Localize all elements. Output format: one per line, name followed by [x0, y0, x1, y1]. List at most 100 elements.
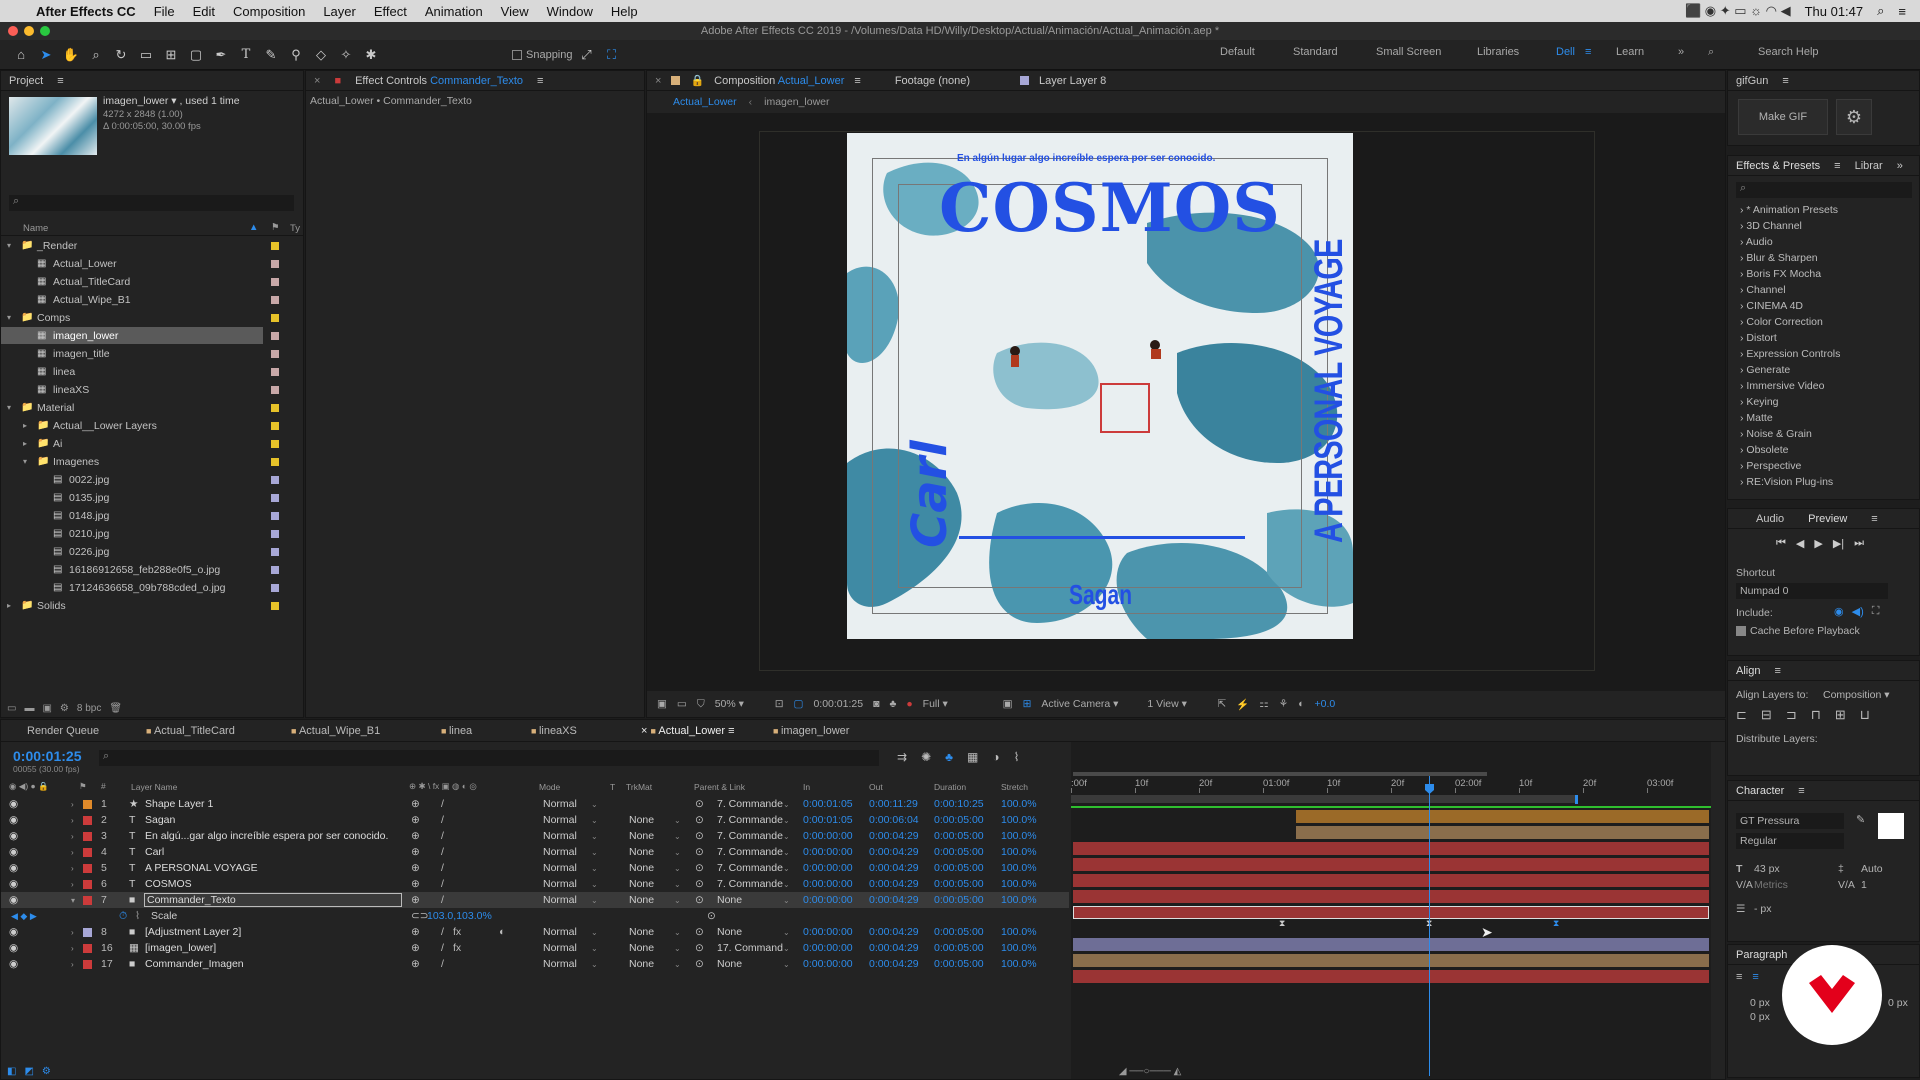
work-area-end[interactable] [1575, 795, 1578, 804]
layer-name[interactable]: [Adjustment Layer 2] [145, 926, 241, 938]
show-snapshot-icon[interactable]: ♣ [889, 698, 896, 710]
eyedropper-icon[interactable]: ✎ [1856, 813, 1865, 826]
panel-menu-icon[interactable]: ≡ [1798, 785, 1804, 797]
project-tab[interactable]: Project [9, 75, 43, 87]
in-time[interactable]: 0:00:00:00 [803, 878, 853, 890]
duration-time[interactable]: 0:00:05:00 [934, 846, 984, 858]
timeline-search-input[interactable]: ⌕ [99, 750, 879, 766]
next-frame-icon[interactable]: ▶| [1833, 537, 1844, 550]
flowchart-icon[interactable]: ⚘ [1279, 698, 1288, 710]
project-item[interactable]: ▾ 📁 Imagenes [1, 453, 301, 470]
project-item[interactable]: ▾ 📁 _Render [1, 237, 301, 254]
comp-nav-actual-lower[interactable]: Actual_Lower [673, 96, 737, 108]
eraser-tool-icon[interactable]: ◇ [310, 44, 332, 66]
fill-color-swatch[interactable] [1878, 813, 1904, 839]
roi-icon[interactable]: ▣ [1003, 698, 1013, 710]
label-color-swatch[interactable] [271, 584, 279, 592]
trkmat-dropdown[interactable]: None [629, 894, 654, 906]
effect-controls-tab[interactable]: Effect Controls Commander_Texto [355, 75, 523, 87]
label-color-swatch[interactable] [271, 278, 279, 286]
in-time[interactable]: 0:00:00:00 [803, 958, 853, 970]
layer-name[interactable]: Commander_Texto [144, 893, 402, 907]
pan-behind-tool-icon[interactable]: ⊞ [160, 44, 182, 66]
clock[interactable]: Thu 01:47 [1805, 4, 1864, 19]
chevron-down-icon[interactable]: ▾ [7, 313, 11, 322]
parent-dropdown[interactable]: 7. Commande [717, 846, 783, 858]
parent-dropdown[interactable]: None [717, 958, 742, 970]
first-frame-icon[interactable]: ⏮ [1776, 537, 1786, 550]
label-color-swatch[interactable] [271, 368, 279, 376]
label-color-swatch[interactable] [83, 896, 92, 905]
composition-flowchart-icon[interactable]: ⇉ [897, 750, 907, 764]
effect-category[interactable]: › Immersive Video [1728, 380, 1918, 396]
expand-arrow-icon[interactable]: › [71, 944, 74, 953]
toggle-switches-icon[interactable]: ◧ [7, 1066, 16, 1077]
layer-row[interactable]: ◉ › 17 ■ Commander_Imagen ⊕ / Normal ⌄ None ⌄ ⊙ None… [1, 956, 1069, 972]
timeline-tab[interactable]: ■ Actual_Wipe_B1 [291, 725, 380, 737]
stretch-value[interactable]: 100.0% [1001, 862, 1037, 874]
effect-category[interactable]: › * Animation Presets [1728, 204, 1918, 220]
trkmat-header[interactable]: TrkMat [626, 782, 652, 792]
mode-dropdown[interactable]: Normal [543, 862, 577, 874]
effect-category[interactable]: › Audio [1728, 236, 1918, 252]
label-color-swatch[interactable] [271, 296, 279, 304]
close-icon[interactable]: × [314, 75, 320, 87]
lock-icon[interactable]: 🔒 [690, 74, 704, 87]
project-item[interactable]: ▦ linea [1, 363, 301, 380]
layer-bar[interactable] [1073, 842, 1709, 855]
pickwhip-icon[interactable]: ⊙ [695, 830, 704, 842]
shortcut-dropdown[interactable]: Numpad 0 [1736, 583, 1888, 599]
scale-property-row[interactable]: ◀ ◆ ▶ ⏱ ⌇ Scale ⊂⊃ 103.0,103.0% ⊙ [1, 908, 1069, 924]
visibility-icon[interactable]: ◉ [9, 830, 18, 842]
layer-row[interactable]: ◉ › 3 T En algú...gar algo increíble espera … [1, 828, 1069, 844]
label-color-swatch[interactable] [83, 864, 92, 873]
kerning-value[interactable]: Metrics [1754, 879, 1788, 891]
expand-arrow-icon[interactable]: › [71, 800, 74, 809]
workspace-libraries[interactable]: Libraries [1477, 46, 1519, 58]
project-item[interactable]: ▤ 17124636658_09b788cded_o.jpg [1, 579, 301, 596]
pen-tool-icon[interactable]: ✒ [210, 44, 232, 66]
voyage-text[interactable]: A PERSONAL VOYAGE [1307, 239, 1352, 543]
project-item[interactable]: ▤ 0135.jpg [1, 489, 301, 506]
mode-dropdown[interactable]: Normal [543, 830, 577, 842]
effect-category[interactable]: › Expression Controls [1728, 348, 1918, 364]
menu-icon[interactable]: ≡ [1898, 4, 1906, 19]
panel-menu-icon[interactable]: ≡ [1782, 75, 1788, 87]
effect-category[interactable]: › Perspective [1728, 460, 1918, 476]
color-channel-icon[interactable]: ● [906, 698, 912, 710]
effect-category[interactable]: › Obsolete [1728, 444, 1918, 460]
in-time[interactable]: 0:00:00:00 [803, 830, 853, 842]
duration-time[interactable]: 0:00:05:00 [934, 942, 984, 954]
current-time[interactable]: 0:00:01:25 [813, 698, 863, 710]
effect-category[interactable]: › Channel [1728, 284, 1918, 300]
stretch-value[interactable]: 100.0% [1001, 958, 1037, 970]
font-size-value[interactable]: 43 px [1754, 863, 1780, 875]
gifgun-settings-icon[interactable]: ⚙ [1836, 99, 1872, 135]
menu-file[interactable]: File [154, 4, 175, 19]
search-help-input[interactable]: Search Help [1758, 46, 1819, 58]
mode-dropdown[interactable]: Normal [543, 926, 577, 938]
trkmat-dropdown[interactable]: None [629, 846, 654, 858]
quality-switch-icon[interactable]: / [441, 894, 444, 906]
parent-dropdown[interactable]: 17. Command [717, 942, 783, 954]
name-column-header[interactable]: Name [23, 223, 48, 234]
timeline-tab[interactable]: ■ linea [441, 725, 472, 737]
chevron-down-icon[interactable]: ▾ [23, 457, 27, 466]
layer-bar[interactable] [1073, 954, 1709, 967]
rectangle-tool-icon[interactable]: ▢ [185, 44, 207, 66]
label-color-swatch[interactable] [83, 880, 92, 889]
fx-switch-icon[interactable]: fx [453, 926, 461, 938]
zoom-tool-icon[interactable]: ⌕ [85, 44, 107, 66]
out-time[interactable]: 0:00:04:29 [869, 862, 919, 874]
exposure-value[interactable]: +0.0 [1314, 698, 1335, 710]
label-color-swatch[interactable] [271, 440, 279, 448]
zoom-window-button[interactable] [40, 26, 50, 36]
project-item[interactable]: ▦ imagen_title [1, 345, 301, 362]
in-time[interactable]: 0:00:00:00 [803, 862, 853, 874]
indent-first-value[interactable]: 0 px [1750, 1011, 1770, 1023]
project-item[interactable]: ▤ 16186912658_feb288e0f5_o.jpg [1, 561, 301, 578]
duration-header[interactable]: Duration [934, 782, 966, 792]
quality-switch-icon[interactable]: / [441, 958, 444, 970]
label-color-swatch[interactable] [83, 928, 92, 937]
shy-switch-icon[interactable]: ⊕ [411, 942, 420, 954]
